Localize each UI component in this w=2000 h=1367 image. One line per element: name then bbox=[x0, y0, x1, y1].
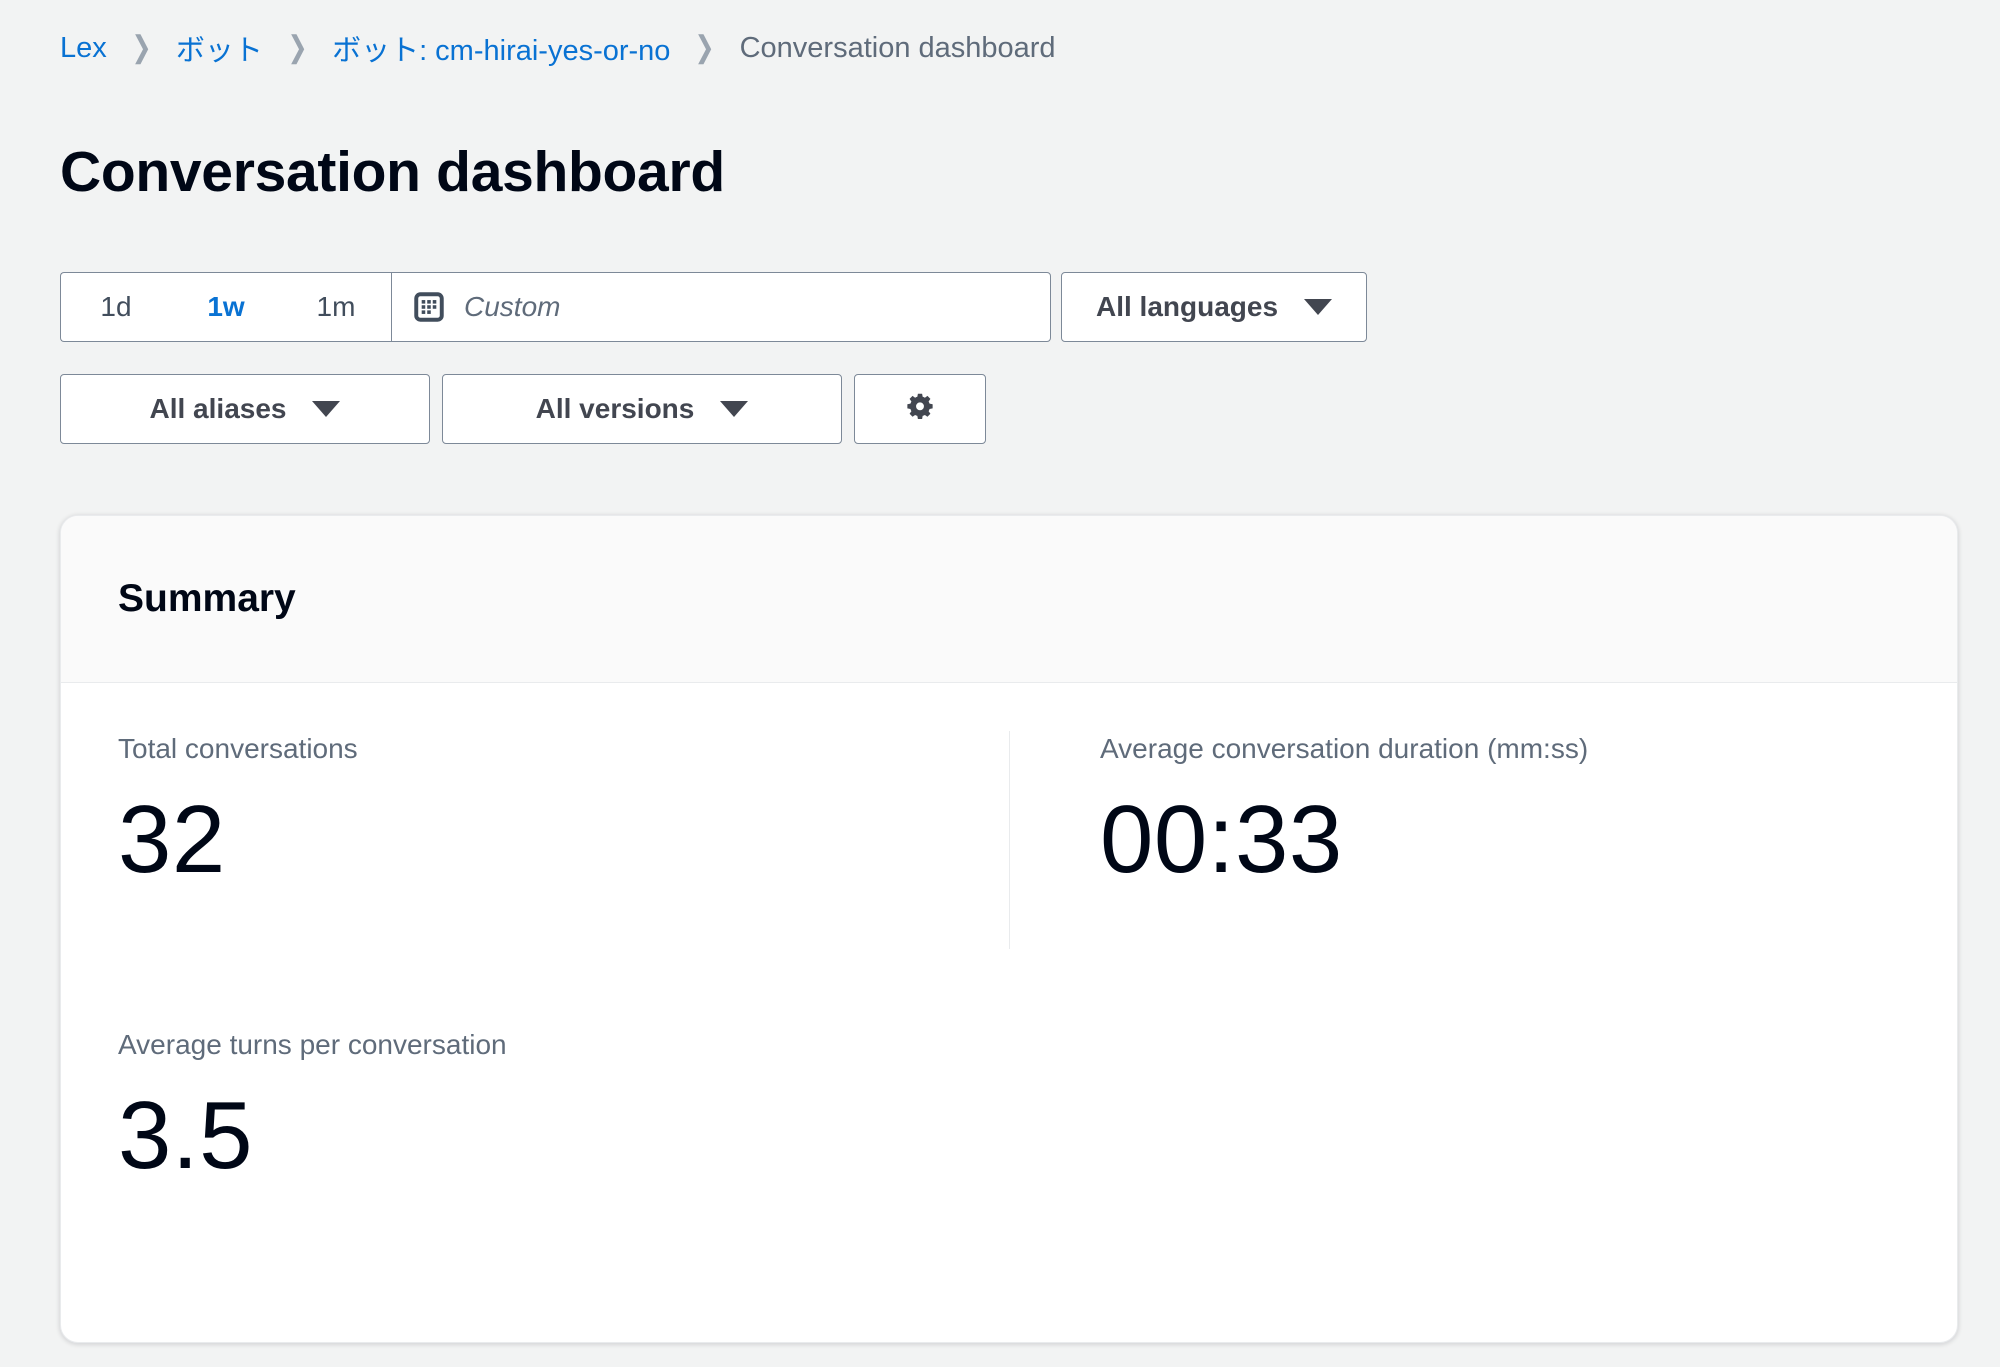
breadcrumb-item-current: Conversation dashboard bbox=[739, 31, 1056, 64]
date-range-1d-button[interactable]: 1d bbox=[61, 273, 171, 341]
breadcrumb-separator-icon: ❯ bbox=[287, 31, 308, 64]
version-filter-dropdown[interactable]: All versions bbox=[442, 374, 842, 444]
custom-date-range-input[interactable]: Custom bbox=[391, 272, 1051, 342]
summary-title: Summary bbox=[118, 577, 296, 620]
chevron-down-icon bbox=[720, 401, 749, 417]
calendar-icon bbox=[414, 292, 444, 322]
version-filter-label: All versions bbox=[535, 393, 695, 424]
metric-label: Total conversations bbox=[118, 733, 358, 764]
custom-date-placeholder: Custom bbox=[464, 291, 561, 322]
breadcrumb-item-lex[interactable]: Lex bbox=[60, 32, 107, 65]
metric-average-turns-per-conversation: Average turns per conversation 3.5 bbox=[118, 1027, 1957, 1192]
alias-filter-label: All aliases bbox=[149, 393, 287, 424]
language-filter-dropdown[interactable]: All languages bbox=[1061, 272, 1368, 342]
breadcrumb-item-bot-name[interactable]: ボット: cm-hirai-yes-or-no bbox=[332, 27, 670, 69]
language-filter-label: All languages bbox=[1096, 291, 1279, 322]
date-range-segmented-control[interactable]: 1d 1w 1m bbox=[60, 272, 391, 342]
gear-icon bbox=[907, 393, 933, 419]
summary-card-header: Summary bbox=[61, 516, 1957, 683]
metric-total-conversations: Total conversations 32 bbox=[61, 731, 1009, 949]
date-range-1w-button[interactable]: 1w bbox=[171, 273, 281, 341]
chevron-down-icon bbox=[312, 401, 341, 417]
metric-value: 3.5 bbox=[118, 1082, 253, 1190]
breadcrumb: Lex ❯ ボット ❯ ボット: cm-hirai-yes-or-no ❯ Co… bbox=[60, 26, 1056, 70]
date-range-1m-button[interactable]: 1m bbox=[281, 273, 391, 341]
summary-card: Summary Total conversations 32 Average c… bbox=[60, 515, 1958, 1343]
breadcrumb-separator-icon: ❯ bbox=[694, 31, 716, 64]
metric-value: 32 bbox=[118, 786, 226, 894]
metric-label: Average turns per conversation bbox=[118, 1029, 507, 1060]
breadcrumb-item-bots[interactable]: ボット bbox=[176, 27, 263, 69]
filter-row-secondary: All aliases All versions bbox=[60, 374, 986, 444]
filter-row-primary: 1d 1w 1m Custom All languages bbox=[60, 272, 1368, 342]
metric-average-conversation-duration: Average conversation duration (mm:ss) 00… bbox=[1009, 731, 1957, 949]
conversation-dashboard-page: Lex ❯ ボット ❯ ボット: cm-hirai-yes-or-no ❯ Co… bbox=[0, 0, 2000, 1367]
alias-filter-dropdown[interactable]: All aliases bbox=[60, 374, 430, 444]
page-title: Conversation dashboard bbox=[60, 140, 725, 204]
metric-grid-row-2: Average turns per conversation 3.5 bbox=[61, 949, 1957, 1192]
summary-card-body: Total conversations 32 Average conversat… bbox=[61, 683, 1957, 1342]
metric-value: 00:33 bbox=[1100, 786, 1343, 894]
metric-label: Average conversation duration (mm:ss) bbox=[1100, 733, 1589, 764]
breadcrumb-separator-icon: ❯ bbox=[131, 31, 152, 64]
chevron-down-icon bbox=[1304, 299, 1333, 315]
metric-grid-row-1: Total conversations 32 Average conversat… bbox=[61, 683, 1957, 949]
dashboard-settings-button[interactable] bbox=[854, 374, 986, 444]
